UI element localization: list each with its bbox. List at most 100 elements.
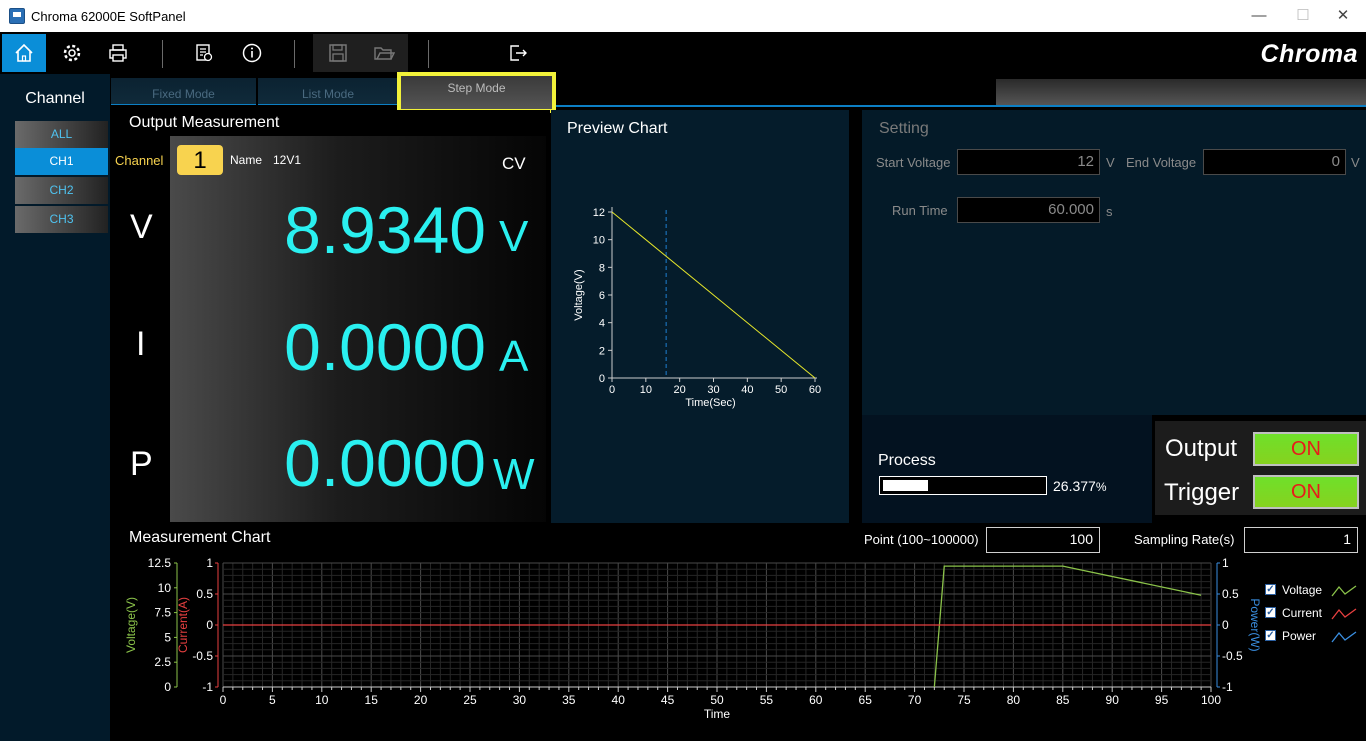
tab-list-mode[interactable]: List Mode: [258, 78, 398, 105]
preview-x-tick-label: 10: [640, 384, 652, 396]
toolbar: Chroma: [0, 32, 1366, 74]
power-line-icon: [1331, 631, 1357, 643]
end-voltage-input[interactable]: 0: [1203, 149, 1346, 175]
name-value: 12V1: [273, 153, 302, 167]
start-voltage-unit: V: [1106, 155, 1115, 170]
process-percent-unit: %: [1095, 480, 1107, 494]
tab-underline: [556, 105, 1366, 107]
close-button[interactable]: ✕: [1320, 4, 1366, 28]
printer-icon: [109, 44, 127, 62]
measurement-chart-title: Measurement Chart: [129, 529, 271, 546]
app-icon: [9, 8, 25, 24]
power-unit: W: [493, 450, 535, 499]
open-button[interactable]: [362, 34, 406, 72]
preview-x-tick-label: 60: [809, 384, 821, 396]
voltage-unit: V: [499, 212, 529, 261]
process-percent-value: 26.377: [1053, 478, 1096, 494]
run-time-unit: s: [1106, 204, 1113, 219]
preview-x-tick-label: 30: [707, 384, 719, 396]
current-checkbox[interactable]: ✓: [1265, 607, 1276, 618]
legend-current[interactable]: ✓ Current: [1265, 605, 1360, 621]
home-button[interactable]: [2, 34, 46, 72]
process-progress-bar: [879, 476, 1047, 495]
preview-x-tick-label: 40: [741, 384, 753, 396]
tab-fixed-mode[interactable]: Fixed Mode: [111, 78, 256, 105]
end-voltage-label: End Voltage: [1126, 155, 1197, 170]
legend-power[interactable]: ✓ Power: [1265, 628, 1360, 644]
legend-voltage[interactable]: ✓ Voltage: [1265, 582, 1360, 598]
measurement-x-tick-label: 10: [315, 693, 329, 707]
run-time-label: Run Time: [892, 203, 948, 218]
preview-y-tick-label: 0: [599, 373, 605, 385]
save-button[interactable]: [316, 34, 360, 72]
report-icon: [196, 44, 213, 62]
measurement-x-tick-label: 0: [220, 693, 227, 707]
info-button[interactable]: [230, 34, 274, 72]
voltage-checkbox[interactable]: ✓: [1265, 584, 1276, 595]
settings-button[interactable]: [50, 34, 94, 72]
end-voltage-unit: V: [1351, 155, 1360, 170]
measurement-x-tick-label: 70: [908, 693, 922, 707]
channel-label: Channel: [115, 153, 164, 168]
current-tick-label: -1: [202, 680, 213, 694]
preview-y-tick-label: 2: [599, 345, 605, 357]
current-tick-label: -0.5: [192, 649, 213, 663]
home-icon: [15, 43, 33, 62]
name-label: Name: [230, 153, 263, 167]
measurement-x-tick-label: 65: [859, 693, 873, 707]
folder-open-icon: [374, 47, 395, 60]
power-tick-label: -0.5: [1222, 649, 1243, 663]
legend-power-label: Power: [1282, 629, 1317, 643]
channel-item-ch2[interactable]: CH2: [15, 177, 108, 204]
point-input[interactable]: 100: [986, 527, 1100, 553]
voltage-tick-label: 10: [158, 581, 172, 595]
chroma-logo: Chroma: [1260, 40, 1358, 68]
info-icon: [242, 43, 262, 63]
measurement-x-tick-label: 30: [513, 693, 527, 707]
voltage-tick-label: 0: [164, 680, 171, 694]
current-tick-label: 1: [206, 556, 213, 570]
measurement-x-tick-label: 80: [1007, 693, 1021, 707]
channel-item-all[interactable]: ALL: [15, 121, 108, 148]
channel-item-ch3[interactable]: CH3: [15, 206, 108, 233]
measurement-x-tick-label: 85: [1056, 693, 1070, 707]
measurement-x-axis-label: Time: [704, 707, 731, 721]
report-button[interactable]: [182, 34, 226, 72]
sampling-rate-input[interactable]: 1: [1244, 527, 1358, 553]
mode-bar-filler: [996, 79, 1366, 105]
toolbar-separator: [428, 40, 429, 68]
channel-number-badge: 1: [177, 145, 223, 175]
current-unit: A: [499, 332, 529, 381]
preview-voltage-line: [611, 211, 816, 379]
measurement-x-tick-label: 60: [809, 693, 823, 707]
tab-step-mode[interactable]: Step Mode: [397, 72, 556, 113]
voltage-letter: V: [130, 208, 153, 246]
legend-current-label: Current: [1282, 606, 1323, 620]
measurement-x-tick-label: 5: [269, 693, 276, 707]
toolbar-separator: [162, 40, 163, 68]
output-label: Output: [1165, 435, 1238, 462]
start-voltage-label: Start Voltage: [876, 155, 951, 170]
process-percent: 26.377%: [1053, 478, 1107, 494]
measurement-x-tick-label: 55: [760, 693, 774, 707]
preview-y-tick-label: 4: [599, 318, 605, 330]
current-line-icon: [1331, 608, 1357, 620]
power-checkbox[interactable]: ✓: [1265, 630, 1276, 641]
window-title: Chroma 62000E SoftPanel: [31, 9, 186, 24]
print-button[interactable]: [96, 34, 140, 72]
save-icon: [329, 44, 347, 62]
preview-x-axis-label: Time(Sec): [685, 397, 735, 409]
start-voltage-input[interactable]: 12: [957, 149, 1100, 175]
mode-indicator: CV: [502, 154, 526, 173]
process-title: Process: [878, 452, 936, 469]
exit-button[interactable]: [496, 34, 540, 72]
current-tick-label: 0: [206, 618, 213, 632]
trigger-toggle-button[interactable]: ON: [1253, 475, 1359, 509]
channel-item-ch1[interactable]: CH1: [15, 148, 108, 175]
run-time-input[interactable]: 60.000: [957, 197, 1100, 223]
preview-x-tick-label: 50: [775, 384, 787, 396]
preview-y-tick-label: 8: [599, 262, 605, 274]
minimize-button[interactable]: —: [1236, 4, 1282, 28]
output-toggle-button[interactable]: ON: [1253, 432, 1359, 466]
preview-chart: 0 2 4 6 8 10 12 0 10 20 30 40 50 60 Time(Sec) Voltage(V…: [573, 207, 821, 409]
